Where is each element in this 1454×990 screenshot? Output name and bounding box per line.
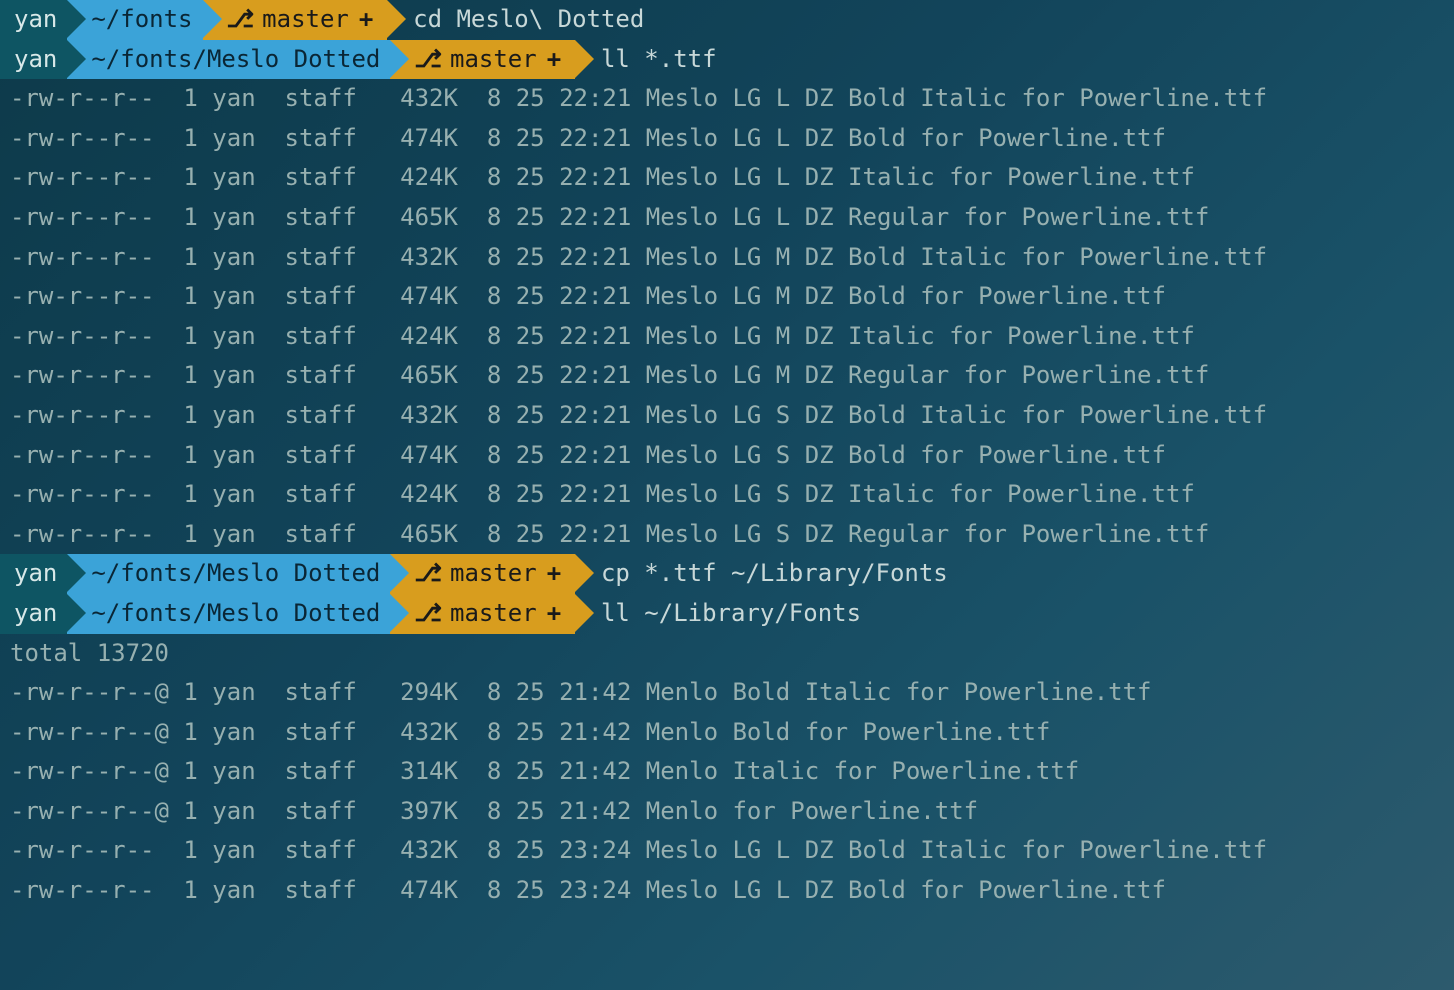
git-dirty-plus-icon: + <box>547 554 561 594</box>
prompt-username: yan <box>14 40 57 80</box>
command-input[interactable]: cp *.ttf ~/Library/Fonts <box>595 554 948 594</box>
git-branch-icon: ⎇ <box>414 554 442 594</box>
file-listing-row: -rw-r--r-- 1 yan staff 465K 8 25 22:21 M… <box>0 198 1454 238</box>
prompt-path: ~/fonts/Meslo Dotted <box>91 554 380 594</box>
prompt-user-segment: yan <box>0 554 67 594</box>
prompt-path-segment: ~/fonts <box>67 0 202 40</box>
prompt-branch: master <box>262 0 349 40</box>
prompt-branch: master <box>450 40 537 80</box>
listing-total: total 13720 <box>0 634 1454 674</box>
command-input[interactable]: ll ~/Library/Fonts <box>595 594 861 634</box>
prompt-line: yan ~/fonts ⎇master+ cd Meslo\ Dotted <box>0 0 1454 40</box>
git-dirty-plus-icon: + <box>547 40 561 80</box>
prompt-branch-segment: ⎇master+ <box>390 594 575 634</box>
prompt-branch-segment: ⎇master+ <box>203 0 388 40</box>
prompt-username: yan <box>14 554 57 594</box>
prompt-line: yan~/fonts/Meslo Dotted⎇master+ ll ~/Lib… <box>0 594 1454 634</box>
file-listing-row: -rw-r--r--@ 1 yan staff 314K 8 25 21:42 … <box>0 752 1454 792</box>
terminal-output[interactable]: yan~/fonts⎇master+ cd Meslo\ Dottedyan~/… <box>0 0 1454 911</box>
prompt-path-segment: ~/fonts/Meslo Dotted <box>67 40 390 80</box>
git-branch-icon: ⎇ <box>414 40 442 80</box>
prompt-branch-segment: ⎇master+ <box>390 40 575 80</box>
file-listing-row: -rw-r--r-- 1 yan staff 432K 8 25 23:24 M… <box>0 831 1454 871</box>
prompt-path: ~/fonts/Meslo Dotted <box>91 594 380 634</box>
file-listing-row: -rw-r--r-- 1 yan staff 474K 8 25 22:21 M… <box>0 436 1454 476</box>
prompt-user-segment: yan <box>0 40 67 80</box>
git-branch-icon: ⎇ <box>414 594 442 634</box>
prompt-user-segment: yan <box>0 594 67 634</box>
file-listing-row: -rw-r--r-- 1 yan staff 432K 8 25 22:21 M… <box>0 79 1454 119</box>
prompt-path: ~/fonts <box>91 0 192 40</box>
file-listing-row: -rw-r--r--@ 1 yan staff 432K 8 25 21:42 … <box>0 713 1454 753</box>
git-dirty-plus-icon: + <box>547 594 561 634</box>
prompt-line: yan~/fonts/Meslo Dotted⎇master+ cp *.ttf… <box>0 554 1454 594</box>
command-input[interactable]: ll *.ttf <box>595 40 717 80</box>
file-listing-row: -rw-r--r--@ 1 yan staff 294K 8 25 21:42 … <box>0 673 1454 713</box>
file-listing-row: -rw-r--r-- 1 yan staff 474K 8 25 22:21 M… <box>0 277 1454 317</box>
prompt-username: yan <box>14 0 57 40</box>
prompt-branch: master <box>450 554 537 594</box>
prompt-user-segment: yan <box>0 0 67 40</box>
file-listing-row: -rw-r--r-- 1 yan staff 424K 8 25 22:21 M… <box>0 158 1454 198</box>
prompt-path: ~/fonts/Meslo Dotted <box>91 40 380 80</box>
prompt-username: yan <box>14 594 57 634</box>
file-listing-row: -rw-r--r-- 1 yan staff 424K 8 25 22:21 M… <box>0 475 1454 515</box>
prompt-branch: master <box>450 594 537 634</box>
prompt-line: yan~/fonts/Meslo Dotted⎇master+ ll *.ttf <box>0 40 1454 80</box>
file-listing-row: -rw-r--r-- 1 yan staff 465K 8 25 22:21 M… <box>0 515 1454 555</box>
prompt-path-segment: ~/fonts/Meslo Dotted <box>67 554 390 594</box>
prompt-branch-segment: ⎇master+ <box>390 554 575 594</box>
file-listing-row: -rw-r--r--@ 1 yan staff 397K 8 25 21:42 … <box>0 792 1454 832</box>
git-branch-icon: ⎇ <box>227 0 255 40</box>
file-listing-row: -rw-r--r-- 1 yan staff 465K 8 25 22:21 M… <box>0 356 1454 396</box>
prompt-path-segment: ~/fonts/Meslo Dotted <box>67 594 390 634</box>
file-listing-row: -rw-r--r-- 1 yan staff 424K 8 25 22:21 M… <box>0 317 1454 357</box>
file-listing-row: -rw-r--r-- 1 yan staff 432K 8 25 22:21 M… <box>0 238 1454 278</box>
file-listing-row: -rw-r--r-- 1 yan staff 474K 8 25 23:24 M… <box>0 871 1454 911</box>
file-listing-row: -rw-r--r-- 1 yan staff 474K 8 25 22:21 M… <box>0 119 1454 159</box>
git-dirty-plus-icon: + <box>359 0 373 40</box>
command-input[interactable]: cd Meslo\ Dotted <box>407 0 644 40</box>
file-listing-row: -rw-r--r-- 1 yan staff 432K 8 25 22:21 M… <box>0 396 1454 436</box>
